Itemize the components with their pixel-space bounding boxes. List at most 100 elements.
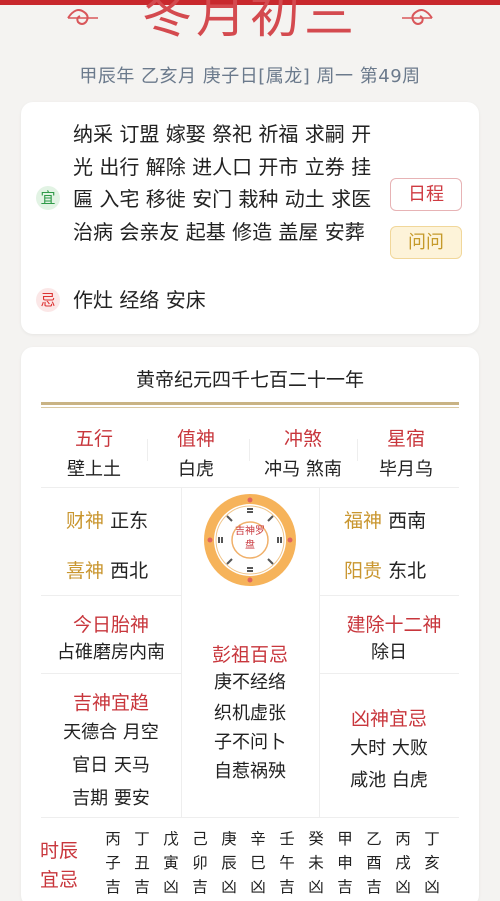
- shichen-branch: 午: [279, 854, 295, 872]
- fushen-value: 西南: [388, 510, 427, 532]
- pengzu-line: 自惹祸殃: [214, 761, 286, 782]
- shichen-luck: 吉: [279, 878, 295, 896]
- shichen-branch: 未: [308, 854, 324, 872]
- shichen-stem: 丙: [105, 830, 121, 848]
- shichen-luck: 吉: [366, 878, 382, 896]
- shichen-branch: 申: [337, 854, 353, 872]
- yi-activities: 纳采 订盟 嫁娶 祭祀 祈福 求嗣 开光 出行 解除 进人口 开市 立券 挂匾 …: [73, 122, 372, 244]
- shichen-stem: 庚: [221, 830, 237, 848]
- pengzu-line: 织机虚张: [214, 703, 286, 724]
- huangdi-era: 黄帝纪元四千七百二十一年: [135, 369, 364, 391]
- shichen-stem: 癸: [308, 830, 324, 848]
- schedule-button[interactable]: 日程: [390, 178, 462, 211]
- divider: [41, 407, 459, 408]
- ganzhi-subtitle: 甲辰年 乙亥月 庚子日[属龙] 周一 第49周: [79, 66, 421, 87]
- zhishen-heading: 值神: [176, 428, 215, 450]
- jianchu-value: 除日: [371, 642, 407, 663]
- shichen-stem: 甲: [337, 830, 353, 848]
- shichen-stem: 己: [192, 830, 208, 848]
- caishen-label: 财神: [66, 510, 105, 532]
- yanggui-row: 阳贵 东北: [344, 556, 426, 583]
- divider: [41, 595, 181, 596]
- shichen-luck: 凶: [395, 878, 411, 896]
- divider: [357, 439, 358, 461]
- divider: [147, 439, 148, 461]
- chongsha-heading: 冲煞: [283, 428, 322, 450]
- taishen-value: 占碓磨房内南: [57, 642, 165, 663]
- jishen-line: 吉期 要安: [72, 788, 150, 809]
- jianchu-heading: 建除十二神: [346, 614, 442, 636]
- wuxing-heading: 五行: [74, 428, 113, 450]
- jishen-line: 官日 天马: [72, 755, 150, 776]
- pengzu-heading: 彭祖百忌: [211, 644, 288, 666]
- shichen-column: 甲申吉: [333, 827, 357, 899]
- yanggui-label: 阳贵: [344, 560, 383, 582]
- jishen-line: 天德合 月空: [63, 722, 159, 743]
- yi-badge: 宜: [36, 186, 60, 210]
- caishen-value: 正东: [110, 510, 149, 532]
- caishen-row: 财神 正东: [66, 506, 148, 533]
- shichen-stem: 丁: [134, 830, 150, 848]
- shichen-stem: 乙: [366, 830, 382, 848]
- shichen-heading: 时辰宜忌: [39, 840, 78, 891]
- ask-button[interactable]: 问问: [390, 226, 462, 259]
- shichen-column: 丁亥凶: [420, 827, 444, 899]
- divider: [319, 595, 459, 596]
- xiongshen-line: 大时 大败: [350, 738, 428, 759]
- divider: [41, 673, 181, 674]
- divider: [41, 817, 459, 818]
- shichen-column: 丙子吉: [101, 827, 125, 899]
- shichen-column: 丙戌凶: [391, 827, 415, 899]
- yanggui-value: 东北: [388, 560, 427, 582]
- shichen-branch: 卯: [192, 854, 208, 872]
- shichen-column: 戊寅凶: [159, 827, 183, 899]
- ji-activities: 作灶 经络 安床: [73, 288, 206, 312]
- shichen-column: 壬午吉: [275, 827, 299, 899]
- divider: [41, 402, 459, 405]
- shichen-stem: 壬: [279, 830, 295, 848]
- shichen-stem: 丙: [395, 830, 411, 848]
- pengzu-line: 庚不经络: [214, 672, 286, 693]
- xishen-value: 西北: [110, 560, 149, 582]
- shichen-luck: 吉: [134, 878, 150, 896]
- xishen-row: 喜神 西北: [66, 556, 148, 583]
- zhishen-value: 白虎: [178, 459, 214, 480]
- shichen-luck: 凶: [308, 878, 324, 896]
- shichen-column: 癸未凶: [304, 827, 328, 899]
- shichen-luck: 凶: [221, 878, 237, 896]
- ji-badge: 忌: [36, 288, 60, 312]
- compass-center-label: 吉神罗盘: [235, 526, 265, 551]
- fushen-label: 福神: [344, 510, 383, 532]
- shichen-branch: 寅: [163, 854, 179, 872]
- shichen-branch: 巳: [250, 854, 266, 872]
- shichen-stem: 丁: [424, 830, 440, 848]
- taishen-heading: 今日胎神: [72, 614, 149, 636]
- xishen-label: 喜神: [66, 560, 105, 582]
- shichen-luck: 凶: [424, 878, 440, 896]
- shichen-branch: 亥: [424, 854, 440, 872]
- shichen-column: 己卯吉: [188, 827, 212, 899]
- shichen-column: 丁丑吉: [130, 827, 154, 899]
- shichen-luck: 吉: [337, 878, 353, 896]
- fushen-row: 福神 西南: [344, 506, 426, 533]
- divider: [249, 439, 250, 461]
- shichen-branch: 戌: [395, 854, 411, 872]
- shichen-luck: 吉: [105, 878, 121, 896]
- shichen-stem: 戊: [163, 830, 179, 848]
- almanac-card: 黄帝纪元四千七百二十一年 五行 壁上土 值神 白虎 冲煞 冲马 煞南 星宿 毕月…: [21, 347, 479, 901]
- chongsha-value: 冲马 煞南: [264, 459, 342, 480]
- shichen-stem: 辛: [250, 830, 266, 848]
- yi-ji-card: 宜 纳采 订盟 嫁娶 祭祀 祈福 求嗣 开光 出行 解除 进人口 开市 立券 挂…: [21, 102, 479, 334]
- lunar-date-title: 冬月初三: [142, 0, 358, 44]
- pengzu-line: 子不问卜: [214, 732, 286, 753]
- shichen-column: 辛巳凶: [246, 827, 270, 899]
- shichen-branch: 丑: [134, 854, 150, 872]
- xingxiu-heading: 星宿: [386, 428, 425, 450]
- shichen-luck: 凶: [250, 878, 266, 896]
- shichen-luck: 凶: [163, 878, 179, 896]
- xingxiu-value: 毕月乌: [379, 459, 433, 480]
- shichen-branch: 酉: [366, 854, 382, 872]
- xiongshen-heading: 凶神宜忌: [350, 708, 427, 730]
- shichen-column: 乙酉吉: [362, 827, 386, 899]
- jishen-heading: 吉神宜趋: [72, 692, 149, 714]
